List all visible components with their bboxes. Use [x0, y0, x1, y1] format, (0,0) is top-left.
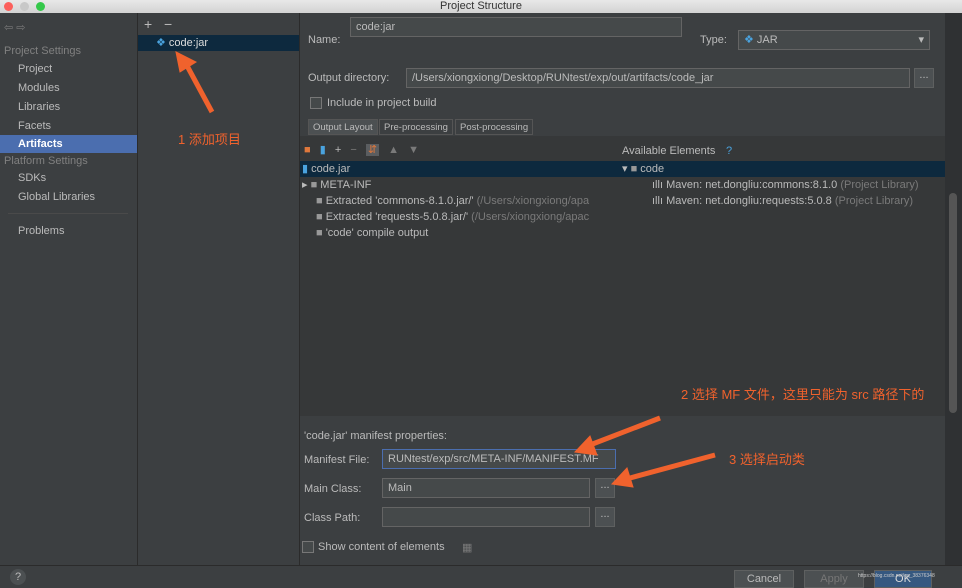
annotation-arrows — [175, 51, 716, 488]
dialog-footer: ? Cancel Apply OK https://blog.csdn.net/… — [0, 565, 962, 588]
help-button[interactable]: ? — [10, 569, 26, 585]
arrow-2 — [589, 415, 661, 448]
apply-button[interactable]: Apply — [804, 570, 864, 588]
arrow-1 — [182, 60, 215, 114]
arrow-3-head — [610, 467, 634, 488]
watermark: https://blog.csdn.net/qq_38376348 — [858, 573, 935, 579]
cancel-button[interactable]: Cancel — [734, 570, 794, 588]
arrow-2-head — [573, 435, 598, 456]
arrow-3 — [629, 452, 716, 481]
